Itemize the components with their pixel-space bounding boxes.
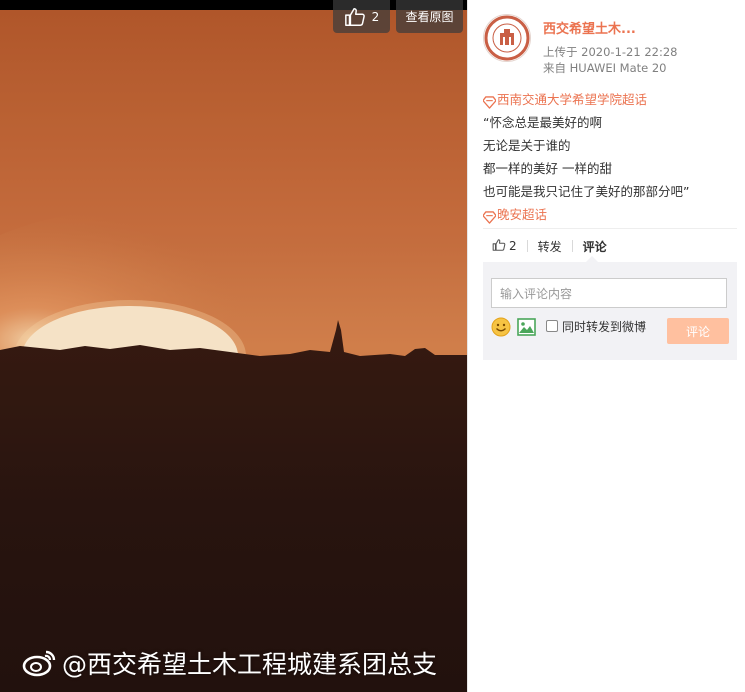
device-source: 来自 HUAWEI Mate 20: [543, 61, 667, 75]
repost-button[interactable]: 转发: [538, 238, 562, 255]
super-topic-link[interactable]: 西南交通大学希望学院超话: [482, 88, 733, 111]
post-line: “怀念总是最美好的啊: [483, 115, 602, 130]
like-button[interactable]: 2: [492, 238, 517, 255]
action-separator: [571, 240, 573, 252]
view-original-button[interactable]: 查看原图: [396, 0, 463, 33]
sidebar-divider: [467, 0, 468, 692]
sunset-photo: [0, 0, 467, 692]
repost-checkbox-label: 同时转发到微博: [562, 320, 647, 334]
repost-checkbox[interactable]: [546, 320, 558, 332]
like-count: 2: [509, 239, 517, 253]
photo-viewer[interactable]: 2 查看原图 @西交希望土木工程城建系团总支: [0, 0, 467, 692]
post-line: 无论是关于谁的: [483, 138, 571, 153]
watermark: @西交希望土木工程城建系团总支: [22, 645, 437, 681]
author-name[interactable]: 西交希望土木...: [543, 18, 636, 37]
emoji-icon[interactable]: [491, 317, 511, 337]
super-topic-icon: [482, 93, 497, 109]
post-content: 西南交通大学希望学院超话 “怀念总是最美好的啊 无论是关于谁的 都一样的美好 一…: [482, 88, 733, 226]
comment-tab[interactable]: 评论: [583, 238, 607, 255]
comment-panel: [483, 262, 737, 360]
comment-submit-button[interactable]: 评论: [667, 318, 729, 344]
watermark-text: @西交希望土木工程城建系团总支: [62, 650, 438, 679]
comment-input[interactable]: 输入评论内容: [491, 278, 727, 308]
thumb-up-icon: [344, 6, 366, 28]
post-line: 都一样的美好 一样的甜: [483, 161, 612, 176]
avatar[interactable]: [483, 14, 531, 62]
photo-like-button[interactable]: 2: [333, 0, 390, 33]
post-actions: 2 转发 评论: [492, 237, 607, 255]
upload-time: 上传于 2020-1-21 22:28: [543, 45, 678, 59]
thumb-up-icon: [492, 238, 506, 255]
action-separator: [526, 240, 528, 252]
post-line: 也可能是我只记住了美好的那部分吧”: [483, 184, 690, 199]
photo-like-count: 2: [371, 9, 380, 24]
super-topic-label: 西南交通大学希望学院超话: [497, 92, 648, 107]
super-topic-label: 晚安超话: [497, 207, 548, 222]
super-topic-link[interactable]: 晚安超话: [482, 203, 733, 226]
image-icon[interactable]: [517, 318, 536, 336]
super-topic-icon: [482, 208, 497, 224]
weibo-logo-icon: [22, 649, 56, 677]
section-divider: [483, 228, 737, 229]
